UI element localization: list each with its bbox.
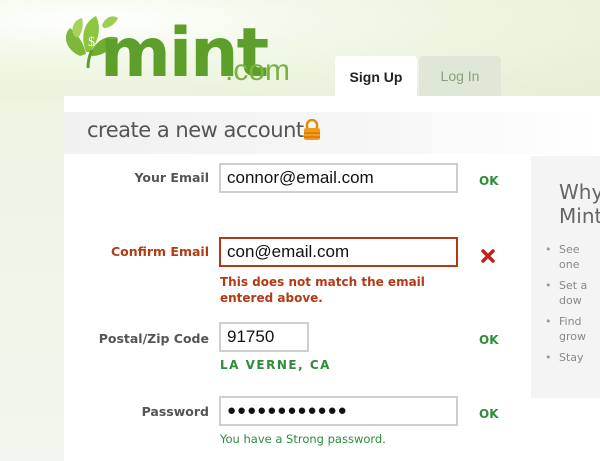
zip-field[interactable] <box>219 322 309 352</box>
email-label: Your Email <box>134 170 209 185</box>
why-mint-item: Set a dow <box>545 278 587 308</box>
why-mint-list: See one Set a dow Find grow Stay <box>545 242 587 371</box>
tab-log-in[interactable]: Log In <box>419 56 501 96</box>
password-strength: You have a Strong password. <box>220 432 386 446</box>
why-mint-item: Find grow <box>545 314 587 344</box>
confirm-email-error: This does not match the email entered ab… <box>220 275 425 305</box>
x-icon <box>481 248 495 267</box>
password-ok-status: OK <box>479 407 499 421</box>
zip-label: Postal/Zip Code <box>98 331 209 346</box>
zip-city-result: LA VERNE, CA <box>220 358 331 372</box>
page-title: create a new account <box>87 118 304 142</box>
confirm-email-label: Confirm Email <box>110 244 209 259</box>
why-mint-panel: Why Mint See one Set a dow Find grow Sta… <box>531 156 600 398</box>
lock-icon <box>303 118 321 145</box>
password-field[interactable]: ●●●●●●●●●●●● <box>219 396 458 426</box>
password-label: Password <box>141 404 209 419</box>
mint-logo[interactable]: $ mint .com <box>60 6 300 96</box>
tab-sign-up[interactable]: Sign Up <box>335 56 417 98</box>
svg-text:$: $ <box>88 35 95 50</box>
logo-suffix: .com <box>225 54 291 87</box>
why-mint-item: Stay <box>545 350 587 365</box>
email-field[interactable] <box>219 163 458 193</box>
confirm-email-field[interactable] <box>219 237 458 267</box>
why-mint-title: Why Mint <box>559 180 600 228</box>
why-mint-item: See one <box>545 242 587 272</box>
zip-ok-status: OK <box>479 333 499 347</box>
email-ok-status: OK <box>479 174 499 188</box>
